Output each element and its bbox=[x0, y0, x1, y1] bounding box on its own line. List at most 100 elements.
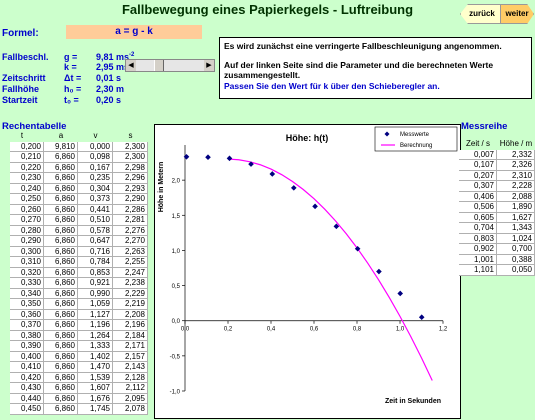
table-cell: 2,255 bbox=[113, 257, 148, 268]
x-tick-label: 1,2 bbox=[439, 327, 448, 333]
table-row: 0,300 6,860 0,716 2,263 bbox=[0, 246, 150, 257]
table-cell: 2,196 bbox=[113, 320, 148, 331]
table-cell: 0,716 bbox=[78, 246, 113, 257]
table-cell: 0,300 bbox=[10, 246, 44, 257]
param-value: 2,30 m bbox=[96, 84, 125, 94]
param-symbol: Δt = bbox=[64, 73, 82, 83]
table-cell: 0,230 bbox=[10, 173, 44, 184]
next-button[interactable]: weiter bbox=[500, 4, 534, 24]
table-row: 0,410 6,860 1,470 2,143 bbox=[0, 362, 150, 373]
table-cell: 0,410 bbox=[10, 362, 44, 373]
table-cell: 0,360 bbox=[10, 309, 44, 320]
table-cell: 1,001 bbox=[459, 254, 497, 265]
chart-legend: Messwerte Berechnung bbox=[374, 126, 458, 152]
table-row: 0,360 6,860 1,127 2,208 bbox=[0, 309, 150, 320]
table-cell: 6,860 bbox=[44, 362, 78, 373]
table-cell: 2,157 bbox=[113, 351, 148, 362]
x-tick-label: 0,4 bbox=[267, 327, 276, 333]
table-row: 0,210 6,860 0,098 2,300 bbox=[0, 152, 150, 163]
table-cell: 1,470 bbox=[78, 362, 113, 373]
table-cell: 0,406 bbox=[459, 191, 497, 202]
messwert-point bbox=[226, 155, 233, 162]
y-tick-label: 2,0 bbox=[172, 179, 181, 185]
table-cell: 2,078 bbox=[113, 404, 148, 415]
table-cell: 0,000 bbox=[78, 141, 113, 152]
formula-value: a = g - k bbox=[66, 25, 202, 39]
k-slider[interactable]: ◀ ▶ bbox=[125, 59, 215, 72]
table-cell: 2,296 bbox=[113, 173, 148, 184]
table-row: 0,450 6,860 1,745 2,078 bbox=[0, 404, 150, 415]
table-cell: 0,107 bbox=[459, 160, 497, 171]
y-tick-label: 1,5 bbox=[172, 214, 181, 220]
table-cell: 6,860 bbox=[44, 341, 78, 352]
table-row: 0,605 1,627 bbox=[459, 212, 535, 223]
table-cell: 0,388 bbox=[497, 254, 535, 265]
info-line: Auf der linken Seite sind die Parameter … bbox=[224, 59, 494, 81]
table-cell: 9,810 bbox=[44, 141, 78, 152]
table-cell: 0,430 bbox=[10, 383, 44, 394]
table-cell: 6,860 bbox=[44, 257, 78, 268]
table-cell: 0,350 bbox=[10, 299, 44, 310]
table-cell: 2,088 bbox=[497, 191, 535, 202]
slider-thumb[interactable] bbox=[153, 60, 164, 71]
table-row: 0,902 0,700 bbox=[459, 244, 535, 255]
table-cell: 0,803 bbox=[459, 233, 497, 244]
page-title: Fallbewegung eines Papierkegels - Luftre… bbox=[121, 2, 414, 17]
table-cell: 1,101 bbox=[459, 265, 497, 276]
table-cell: 0,440 bbox=[10, 393, 44, 404]
param-symbol: k = bbox=[64, 62, 77, 72]
param-label: Zeitschritt bbox=[2, 73, 46, 83]
table-cell: 1,890 bbox=[497, 202, 535, 213]
table-cell: 6,860 bbox=[44, 299, 78, 310]
slider-left-arrow-icon[interactable]: ◀ bbox=[126, 60, 136, 71]
param-symbol: t₀ = bbox=[64, 95, 79, 105]
y-tick-label: 0,5 bbox=[172, 284, 181, 290]
table-row: 0,007 2,332 bbox=[459, 149, 535, 160]
back-button[interactable]: zurück bbox=[460, 4, 504, 24]
table-cell: 2,298 bbox=[113, 162, 148, 173]
table-cell: 0,235 bbox=[78, 173, 113, 184]
x-tick-label: 0,8 bbox=[353, 327, 362, 333]
table-cell: 0,220 bbox=[10, 162, 44, 173]
x-tick-label: 0,2 bbox=[224, 327, 233, 333]
legend-label: Messwerte bbox=[400, 132, 430, 138]
table-cell: 6,860 bbox=[44, 393, 78, 404]
y-tick-label: 0,0 bbox=[172, 319, 181, 325]
table-cell: 6,860 bbox=[44, 183, 78, 194]
table-cell: 2,247 bbox=[113, 267, 148, 278]
table-cell: 6,860 bbox=[44, 288, 78, 299]
table-cell: 2,143 bbox=[113, 362, 148, 373]
info-line: Es wird zunächst eine verringerte Fallbe… bbox=[224, 41, 502, 51]
table-row: 0,260 6,860 0,441 2,286 bbox=[0, 204, 150, 215]
table-cell: 6,860 bbox=[44, 225, 78, 236]
table-cell: 0,304 bbox=[78, 183, 113, 194]
table-row: 0,420 6,860 1,539 2,128 bbox=[0, 372, 150, 383]
table-cell: 0,007 bbox=[459, 149, 497, 160]
x-tick-label: 0,0 bbox=[181, 327, 190, 333]
table-cell: 2,290 bbox=[113, 194, 148, 205]
y-tick-label: 1,0 bbox=[172, 249, 181, 255]
table-row: 0,406 2,088 bbox=[459, 191, 535, 202]
table-cell: 6,860 bbox=[44, 246, 78, 257]
table-cell: 6,860 bbox=[44, 330, 78, 341]
measurement-table: Zeit / s Höhe / m 0,007 2,332 0,107 2,326 0,… bbox=[459, 139, 535, 276]
table-row: 0,307 2,228 bbox=[459, 181, 535, 192]
table-cell: 1,127 bbox=[78, 309, 113, 320]
slider-right-arrow-icon[interactable]: ▶ bbox=[204, 60, 214, 71]
table-row: 0,803 1,024 bbox=[459, 233, 535, 244]
table-cell: 6,860 bbox=[44, 204, 78, 215]
table-cell: 2,300 bbox=[113, 141, 148, 152]
table-row: 0,250 6,860 0,373 2,290 bbox=[0, 194, 150, 205]
table-row: 0,207 2,310 bbox=[459, 170, 535, 181]
table-cell: 2,219 bbox=[113, 299, 148, 310]
param-value: 0,20 s bbox=[96, 95, 122, 105]
table-row: 0,340 6,860 0,990 2,229 bbox=[0, 288, 150, 299]
table-cell: 0,050 bbox=[497, 265, 535, 276]
table-row: 0,370 6,860 1,196 2,196 bbox=[0, 320, 150, 331]
table-cell: 6,860 bbox=[44, 383, 78, 394]
table-cell: 0,207 bbox=[459, 170, 497, 181]
legend-label: Berechnung bbox=[400, 143, 432, 149]
y-tick-label: -1,0 bbox=[170, 390, 181, 396]
table-cell: 0,330 bbox=[10, 278, 44, 289]
column-header: a bbox=[58, 131, 64, 140]
